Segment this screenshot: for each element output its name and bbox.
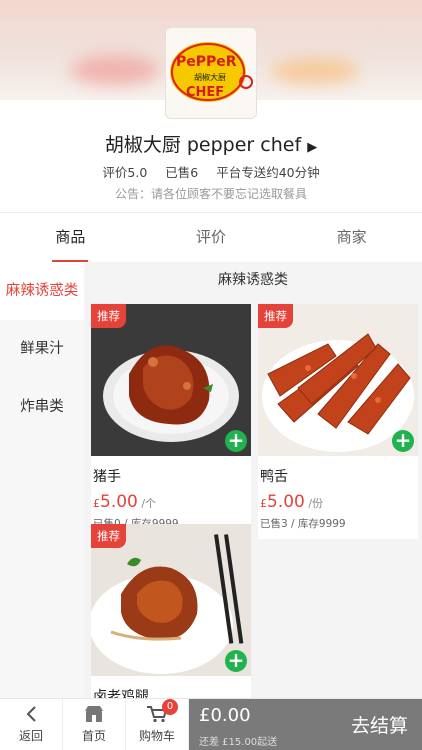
store-page: PePPeR 胡椒大厨 CHEF 胡椒大厨 pepper chef ▶ 评价5.…: [0, 0, 422, 750]
cart-icon: [126, 699, 188, 725]
tab-reviews[interactable]: 评价: [141, 213, 282, 262]
product-stock: 已售3 / 库存9999: [260, 518, 346, 530]
category-item-juice[interactable]: 鲜果汁: [0, 320, 84, 378]
recommend-badge: 推荐: [91, 524, 126, 548]
store-notice: 公告：请各位顾客不要忘记选取餐具: [114, 187, 307, 201]
chevron-left-icon: [0, 699, 62, 725]
sold-text: 已售6: [165, 165, 199, 180]
svg-text:PePPeR: PePPeR: [176, 54, 237, 70]
product-card[interactable]: 推荐 + 猪手 £5.00 /个 已售0 / 库存9999: [91, 304, 251, 539]
add-to-cart-button[interactable]: +: [225, 430, 247, 452]
product-image: 推荐 +: [91, 304, 251, 456]
store-meta: 评价5.0 已售6 平台专送约40分钟: [0, 162, 422, 181]
home-button[interactable]: 首页: [63, 699, 126, 750]
delivery-text: 平台专送约40分钟: [216, 165, 320, 180]
product-name: 卤老鸡腿: [93, 689, 149, 698]
checkout-panel[interactable]: £0.00 还差 £15.00起送 去结算: [189, 699, 422, 750]
product-name: 鸭舌: [260, 469, 288, 485]
product-image: 推荐 +: [258, 304, 418, 456]
recommend-badge: 推荐: [258, 304, 293, 328]
svg-text:CHEF: CHEF: [186, 85, 224, 100]
rating-text: 评价5.0: [102, 165, 148, 180]
checkout-button[interactable]: 去结算: [351, 711, 408, 738]
svg-text:胡椒大厨: 胡椒大厨: [194, 72, 226, 82]
add-to-cart-button[interactable]: +: [392, 430, 414, 452]
product-name: 猪手: [93, 469, 121, 485]
cart-total: £0.00: [199, 705, 251, 726]
caret-right-icon: ▶: [307, 140, 318, 155]
category-item-skewers[interactable]: 炸串类: [0, 378, 84, 436]
tab-merchant[interactable]: 商家: [281, 213, 422, 262]
product-price: £5.00 /份: [260, 492, 324, 512]
category-item-spicy[interactable]: 麻辣诱惑类: [0, 262, 84, 320]
product-list: 麻辣诱惑类 推荐 + 猪手 £5.00 /个 已售0 / 库: [84, 262, 422, 698]
min-order-text: 还差 £15.00起送: [199, 737, 278, 748]
cart-button[interactable]: 0 购物车: [126, 699, 189, 750]
store-logo: PePPeR 胡椒大厨 CHEF: [165, 27, 257, 119]
tab-bar: 商品 评价 商家: [0, 212, 422, 262]
category-sidebar: 麻辣诱惑类 鲜果汁 炸串类: [0, 262, 84, 698]
back-button[interactable]: 返回: [0, 699, 63, 750]
cart-count-badge: 0: [162, 699, 178, 715]
product-card[interactable]: 推荐 + 鸭舌 £5.00 /份 已售3 / 库存9999: [258, 304, 418, 539]
store-icon: [63, 699, 125, 725]
product-price: £5.00 /个: [93, 492, 157, 512]
recommend-badge: 推荐: [91, 304, 126, 328]
add-to-cart-button[interactable]: +: [225, 650, 247, 672]
product-image: 推荐 +: [91, 524, 251, 676]
bottom-bar: 返回 首页 0 购物车 £0.00 还差 £15.00起送 去结算: [0, 698, 422, 750]
store-name-text: 胡椒大厨 pepper chef: [104, 134, 302, 156]
store-name[interactable]: 胡椒大厨 pepper chef ▶: [0, 130, 422, 157]
product-card[interactable]: 推荐 + 卤老鸡腿: [91, 524, 251, 698]
section-title: 麻辣诱惑类: [218, 272, 288, 288]
tab-products[interactable]: 商品: [0, 213, 141, 262]
